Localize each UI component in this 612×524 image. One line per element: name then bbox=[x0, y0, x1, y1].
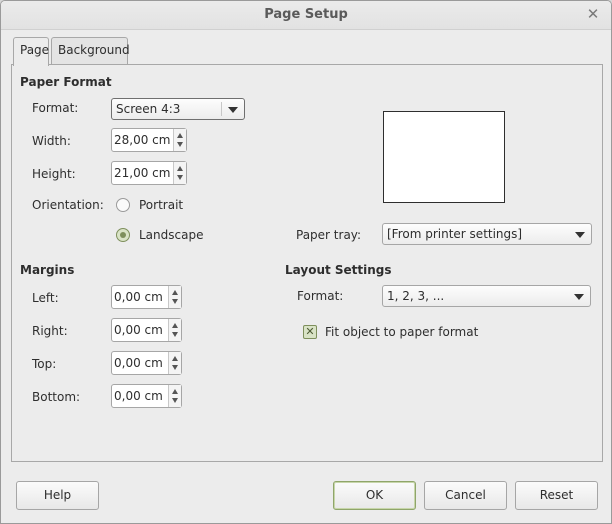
landscape-radio[interactable] bbox=[116, 228, 130, 242]
bottom-margin-label: Bottom: bbox=[32, 390, 81, 404]
paper-format-heading: Paper Format bbox=[20, 75, 112, 89]
orientation-label: Orientation: bbox=[32, 198, 104, 212]
layout-format-label: Format: bbox=[297, 289, 344, 303]
window-title: Page Setup bbox=[264, 7, 348, 22]
arrow-down-icon[interactable] bbox=[177, 175, 183, 180]
paper-tray-label: Paper tray: bbox=[296, 228, 362, 242]
arrow-down-icon[interactable] bbox=[172, 332, 178, 337]
checkmark-icon: ✕ bbox=[305, 325, 315, 338]
left-margin-spinner[interactable]: 0,00 cm bbox=[111, 285, 182, 309]
height-value: 21,00 cm bbox=[114, 166, 171, 180]
close-icon[interactable]: ✕ bbox=[585, 6, 601, 22]
portrait-label[interactable]: Portrait bbox=[139, 198, 183, 212]
fit-object-checkbox[interactable]: ✕ bbox=[303, 325, 317, 339]
arrow-up-icon[interactable] bbox=[172, 389, 178, 394]
cancel-button[interactable]: Cancel bbox=[424, 481, 507, 510]
paper-tray-select[interactable]: [From printer settings] bbox=[382, 223, 592, 245]
paper-tray-value: [From printer settings] bbox=[387, 227, 523, 241]
width-label: Width: bbox=[32, 134, 71, 148]
ok-button[interactable]: OK bbox=[333, 481, 416, 510]
fit-object-label[interactable]: Fit object to paper format bbox=[325, 325, 478, 339]
tab-background-label: Background bbox=[58, 43, 130, 57]
page-setup-dialog: Page Setup ✕ Page Background Paper Forma… bbox=[0, 0, 612, 524]
title-bar: Page Setup ✕ bbox=[1, 1, 611, 30]
tab-background[interactable]: Background bbox=[51, 37, 130, 65]
arrow-up-icon[interactable] bbox=[172, 356, 178, 361]
top-margin-value: 0,00 cm bbox=[114, 356, 163, 370]
arrow-up-icon[interactable] bbox=[177, 166, 183, 171]
arrow-down-icon[interactable] bbox=[172, 365, 178, 370]
arrow-up-icon[interactable] bbox=[177, 133, 183, 138]
height-label: Height: bbox=[32, 167, 76, 181]
layout-settings-heading: Layout Settings bbox=[285, 263, 392, 277]
bottom-margin-spinner[interactable]: 0,00 cm bbox=[111, 384, 182, 408]
chevron-down-icon bbox=[575, 232, 585, 238]
format-label: Format: bbox=[32, 101, 79, 115]
paper-format-select[interactable]: Screen 4:3 bbox=[111, 98, 245, 120]
arrow-down-icon[interactable] bbox=[177, 142, 183, 147]
layout-format-select[interactable]: 1, 2, 3, ... bbox=[382, 285, 591, 307]
chevron-down-icon bbox=[574, 294, 584, 300]
width-value: 28,00 cm bbox=[114, 133, 171, 147]
top-margin-spinner[interactable]: 0,00 cm bbox=[111, 351, 182, 375]
arrow-up-icon[interactable] bbox=[172, 290, 178, 295]
left-margin-label: Left: bbox=[32, 291, 59, 305]
help-button[interactable]: Help bbox=[16, 481, 99, 510]
arrow-up-icon[interactable] bbox=[172, 323, 178, 328]
chevron-down-icon bbox=[228, 107, 238, 113]
page-preview bbox=[383, 111, 505, 203]
left-margin-value: 0,00 cm bbox=[114, 290, 163, 304]
right-margin-spinner[interactable]: 0,00 cm bbox=[111, 318, 182, 342]
height-spinner[interactable]: 21,00 cm bbox=[111, 161, 187, 185]
width-spinner[interactable]: 28,00 cm bbox=[111, 128, 187, 152]
tab-page[interactable]: Page bbox=[13, 37, 49, 66]
tab-page-label: Page bbox=[20, 43, 50, 57]
portrait-radio[interactable] bbox=[116, 198, 130, 212]
right-margin-value: 0,00 cm bbox=[114, 323, 163, 337]
margins-heading: Margins bbox=[20, 263, 75, 277]
paper-format-value: Screen 4:3 bbox=[116, 102, 181, 116]
arrow-down-icon[interactable] bbox=[172, 398, 178, 403]
arrow-down-icon[interactable] bbox=[172, 299, 178, 304]
top-margin-label: Top: bbox=[32, 357, 57, 371]
right-margin-label: Right: bbox=[32, 324, 68, 338]
reset-button[interactable]: Reset bbox=[515, 481, 598, 510]
landscape-label[interactable]: Landscape bbox=[139, 228, 203, 242]
bottom-margin-value: 0,00 cm bbox=[114, 389, 163, 403]
layout-format-value: 1, 2, 3, ... bbox=[387, 289, 445, 303]
